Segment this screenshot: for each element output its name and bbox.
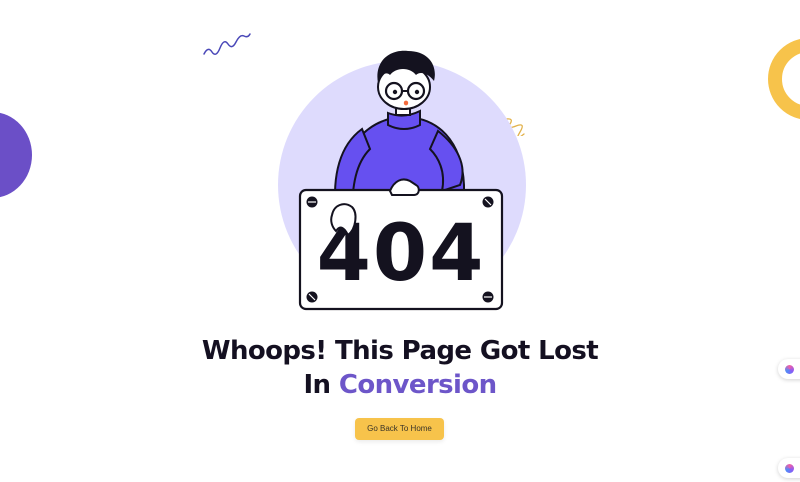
headline-line-1: Whoops! This Page Got Lost	[201, 336, 599, 366]
assistant-icon	[785, 364, 794, 374]
error-headline: Whoops! This Page Got Lost In Conversion	[0, 334, 800, 402]
floating-assistant-button[interactable]	[778, 359, 800, 379]
404-illustration: 404	[270, 45, 540, 315]
floating-assistant-button[interactable]	[778, 458, 800, 478]
go-back-home-button[interactable]: Go Back To Home	[355, 418, 444, 440]
assistant-icon	[785, 463, 794, 473]
headline-accent: Conversion	[338, 370, 497, 400]
decorative-yellow-ring	[768, 38, 800, 120]
headline-line-2: In Conversion	[0, 368, 800, 402]
error-404-page: 404 Whoops! This Page Got Lost In Conver…	[0, 0, 800, 482]
decorative-purple-blob	[0, 112, 32, 198]
decorative-blue-squiggle	[203, 33, 251, 55]
headline-prefix: In	[303, 370, 339, 400]
